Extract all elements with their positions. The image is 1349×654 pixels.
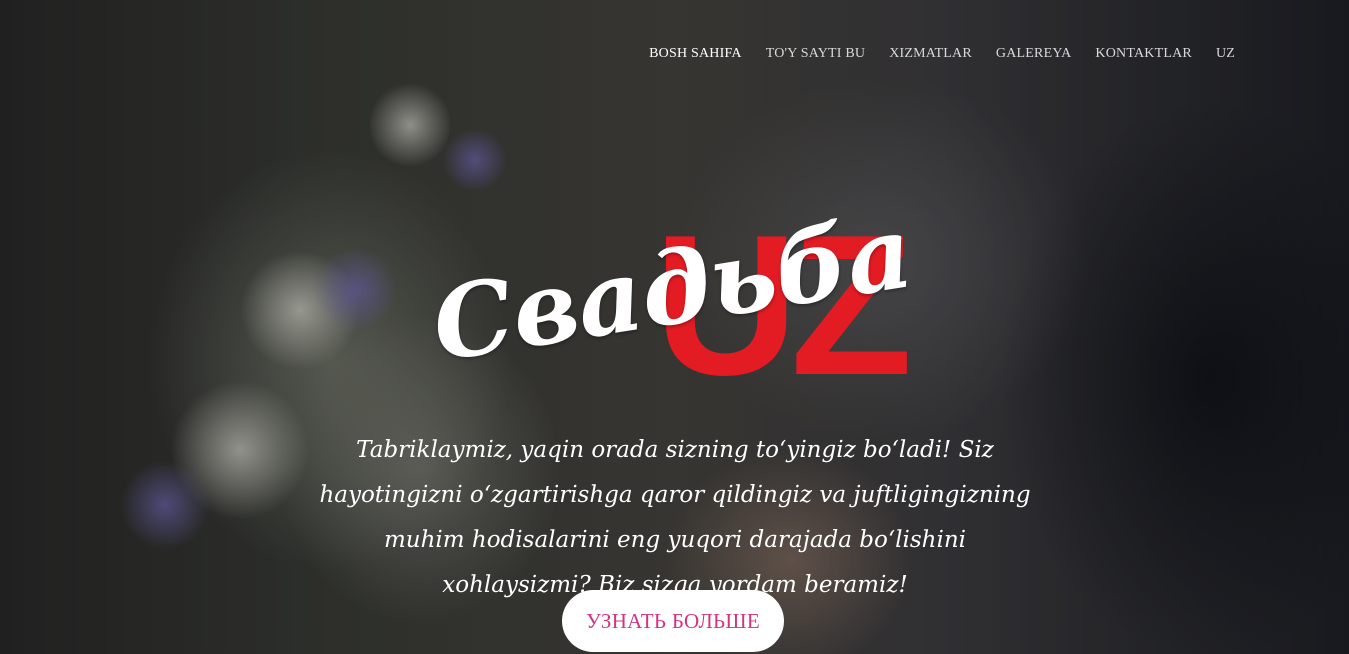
site-logo: UZ Свадьба <box>425 192 920 422</box>
nav-item-about[interactable]: TO'Y SAYTI BU <box>766 46 866 62</box>
nav-item-home[interactable]: BOSH SAHIFA <box>649 46 742 62</box>
learn-more-button[interactable]: УЗНАТЬ БОЛЬШЕ <box>562 590 784 652</box>
nav-item-gallery[interactable]: GALEREYA <box>996 46 1071 62</box>
nav-item-services[interactable]: XIZMATLAR <box>889 46 972 62</box>
hero-tagline: Tabriklaymiz, yaqin orada sizning toʻyin… <box>319 437 1031 598</box>
nav-item-contacts[interactable]: KONTAKTLAR <box>1095 46 1192 62</box>
language-switch[interactable]: UZ <box>1216 46 1235 62</box>
main-nav: BOSH SAHIFA TO'Y SAYTI BU XIZMATLAR GALE… <box>649 46 1235 62</box>
